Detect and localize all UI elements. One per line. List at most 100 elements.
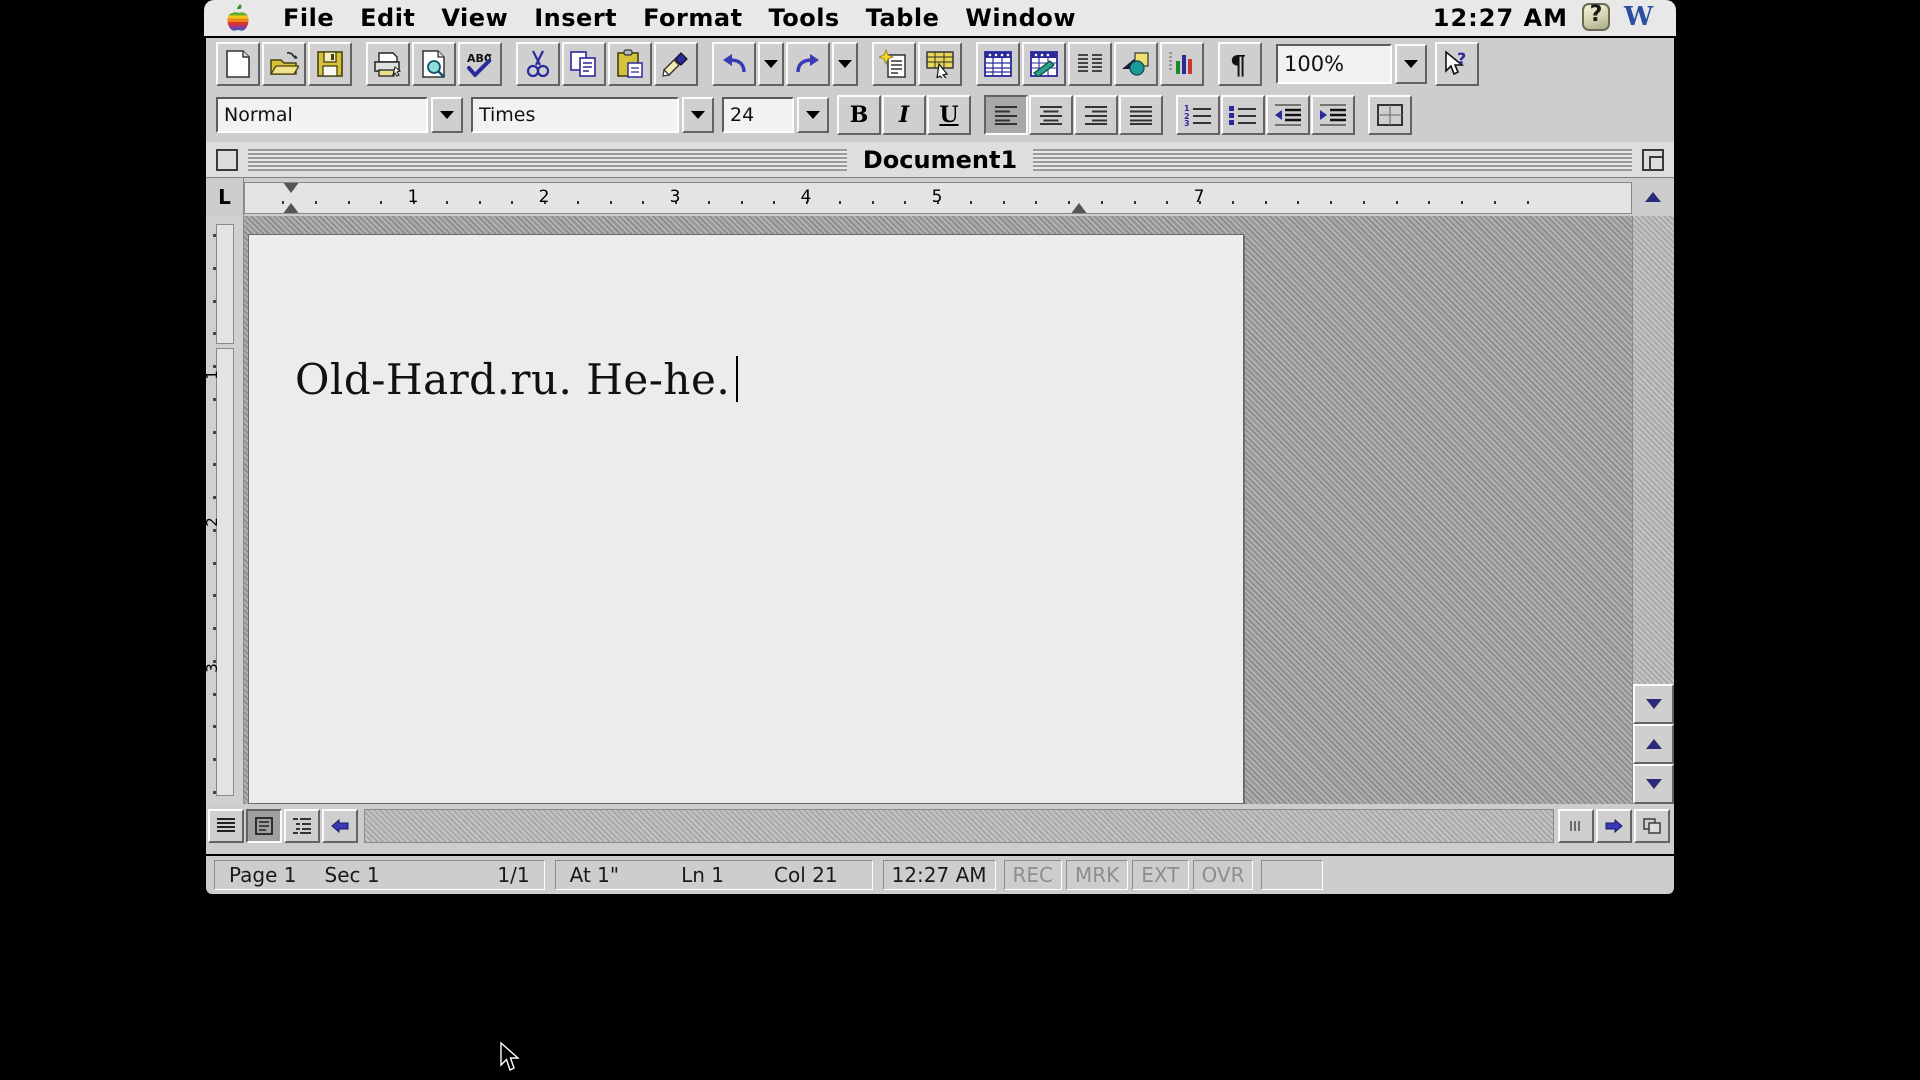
scroll-left-button[interactable] — [322, 809, 358, 843]
vruler-tick — [213, 430, 216, 434]
resize-grow-box[interactable] — [1634, 809, 1670, 843]
ruler-tick — [609, 201, 612, 204]
word-application-icon[interactable]: W — [1624, 3, 1654, 33]
italic-button[interactable]: I — [882, 95, 926, 135]
status-mode-rec[interactable]: REC — [1003, 860, 1063, 890]
ruler-tick — [904, 201, 907, 204]
menu-item-insert[interactable]: Insert — [521, 3, 630, 33]
style-combo[interactable]: Normal — [216, 97, 428, 133]
columns-button[interactable] — [1068, 42, 1112, 86]
document-canvas[interactable]: Old-Hard.ru. He-he. — [244, 216, 1632, 804]
numbered-list-button[interactable]: 1 2 3 — [1176, 95, 1220, 135]
close-box-icon[interactable] — [216, 148, 238, 171]
bulleted-list-button[interactable] — [1221, 95, 1265, 135]
status-mode-ovr[interactable]: OVR — [1192, 860, 1254, 890]
chart-button[interactable] — [1160, 42, 1204, 86]
tab-selector-button[interactable]: L — [206, 178, 244, 216]
drawing-button[interactable] — [1114, 42, 1158, 86]
vruler-band-top — [216, 224, 234, 344]
autosum-button[interactable] — [918, 42, 962, 86]
vscroll-track-upper[interactable] — [1633, 216, 1674, 684]
page-layout-view-button[interactable] — [246, 809, 282, 843]
document-page[interactable]: Old-Hard.ru. He-he. — [248, 234, 1244, 804]
font-size-dropdown-button[interactable] — [797, 97, 829, 133]
print-button[interactable] — [366, 42, 410, 86]
cut-button[interactable] — [516, 42, 560, 86]
toolbars-container: ABC ¶ 100% ? Normal Times 24 B I U 1 2 3 — [204, 38, 1676, 142]
title-stripes-left — [248, 148, 847, 171]
ruler-row: L 1 2 3 4 5 7 — [206, 178, 1674, 216]
undo-button[interactable] — [712, 42, 756, 86]
horizontal-ruler[interactable]: 1 2 3 4 5 7 — [244, 182, 1632, 214]
ruler-tick — [1035, 201, 1038, 204]
menu-bar-clock[interactable]: 12:27 AM — [1433, 4, 1568, 32]
align-right-button[interactable] — [1074, 95, 1118, 135]
show-paragraph-marks-button[interactable]: ¶ — [1218, 42, 1262, 86]
align-left-button[interactable] — [984, 95, 1028, 135]
outline-view-button[interactable] — [284, 809, 320, 843]
spelling-button[interactable]: ABC — [458, 42, 502, 86]
status-at-label: At — [569, 863, 591, 887]
autoformat-button[interactable] — [872, 42, 916, 86]
menu-item-format[interactable]: Format — [630, 3, 755, 33]
copy-button[interactable] — [562, 42, 606, 86]
left-indent-marker[interactable] — [282, 203, 300, 213]
zoom-combo[interactable]: 100% — [1276, 44, 1392, 84]
help-balloon-icon[interactable] — [1582, 2, 1612, 33]
zoom-box-icon[interactable] — [1642, 148, 1665, 171]
vscroll-prev-page-button[interactable] — [1633, 724, 1674, 764]
font-dropdown-button[interactable] — [682, 97, 714, 133]
ruler-scroll-top-button[interactable] — [1632, 178, 1674, 216]
status-mode-ext[interactable]: EXT — [1132, 860, 1189, 890]
style-dropdown-button[interactable] — [431, 97, 463, 133]
vscroll-page-down-button[interactable] — [1633, 684, 1674, 724]
insert-excel-table-button[interactable] — [1022, 42, 1066, 86]
paste-button[interactable] — [608, 42, 652, 86]
vscroll-next-page-button[interactable] — [1633, 764, 1674, 804]
decrease-indent-button[interactable] — [1266, 95, 1310, 135]
open-button[interactable] — [262, 42, 306, 86]
redo-dropdown-button[interactable] — [832, 42, 858, 86]
document-text[interactable]: Old-Hard.ru. He-he. — [295, 355, 739, 404]
hscroll-thumb[interactable] — [1558, 809, 1594, 843]
font-size-combo[interactable]: 24 — [722, 97, 794, 133]
borders-button[interactable] — [1368, 95, 1412, 135]
menu-item-tools[interactable]: Tools — [756, 3, 853, 33]
undo-dropdown-button[interactable] — [758, 42, 784, 86]
vruler-tick — [213, 758, 216, 761]
apple-logo-icon[interactable] — [226, 4, 252, 32]
chevron-down-icon — [806, 111, 820, 119]
align-center-button[interactable] — [1029, 95, 1073, 135]
vruler-tick — [213, 725, 216, 729]
help-pointer-button[interactable]: ? — [1435, 42, 1479, 86]
bold-button[interactable]: B — [837, 95, 881, 135]
vertical-scrollbar[interactable] — [1632, 216, 1674, 804]
increase-indent-button[interactable] — [1311, 95, 1355, 135]
font-combo[interactable]: Times — [471, 97, 679, 133]
right-indent-marker[interactable] — [1070, 203, 1088, 213]
format-painter-button[interactable] — [654, 42, 698, 86]
align-justify-button[interactable] — [1119, 95, 1163, 135]
print-preview-button[interactable] — [412, 42, 456, 86]
menu-bar-right-cluster: 12:27 AM W — [1433, 2, 1676, 33]
menu-item-view[interactable]: View — [428, 3, 521, 33]
status-at: At 1" — [556, 863, 633, 887]
underline-button[interactable]: U — [927, 95, 971, 135]
menu-item-window[interactable]: Window — [952, 3, 1089, 33]
redo-button[interactable] — [786, 42, 830, 86]
insert-table-button[interactable] — [976, 42, 1020, 86]
zoom-dropdown-button[interactable] — [1395, 44, 1427, 84]
new-document-button[interactable] — [216, 42, 260, 86]
normal-view-button[interactable] — [208, 809, 244, 843]
hscroll-right-button[interactable] — [1596, 809, 1632, 843]
save-button[interactable] — [308, 42, 352, 86]
ruler-tick — [445, 201, 448, 204]
menu-item-table[interactable]: Table — [853, 3, 953, 33]
menu-item-file[interactable]: File — [270, 3, 347, 33]
first-line-indent-marker[interactable] — [282, 183, 300, 193]
status-mode-mrk[interactable]: MRK — [1066, 860, 1129, 890]
menu-item-edit[interactable]: Edit — [347, 3, 428, 33]
status-spare-cell — [1261, 860, 1324, 890]
window-title-bar[interactable]: Document1 — [206, 142, 1674, 178]
horizontal-scroll-track[interactable] — [364, 809, 1554, 843]
